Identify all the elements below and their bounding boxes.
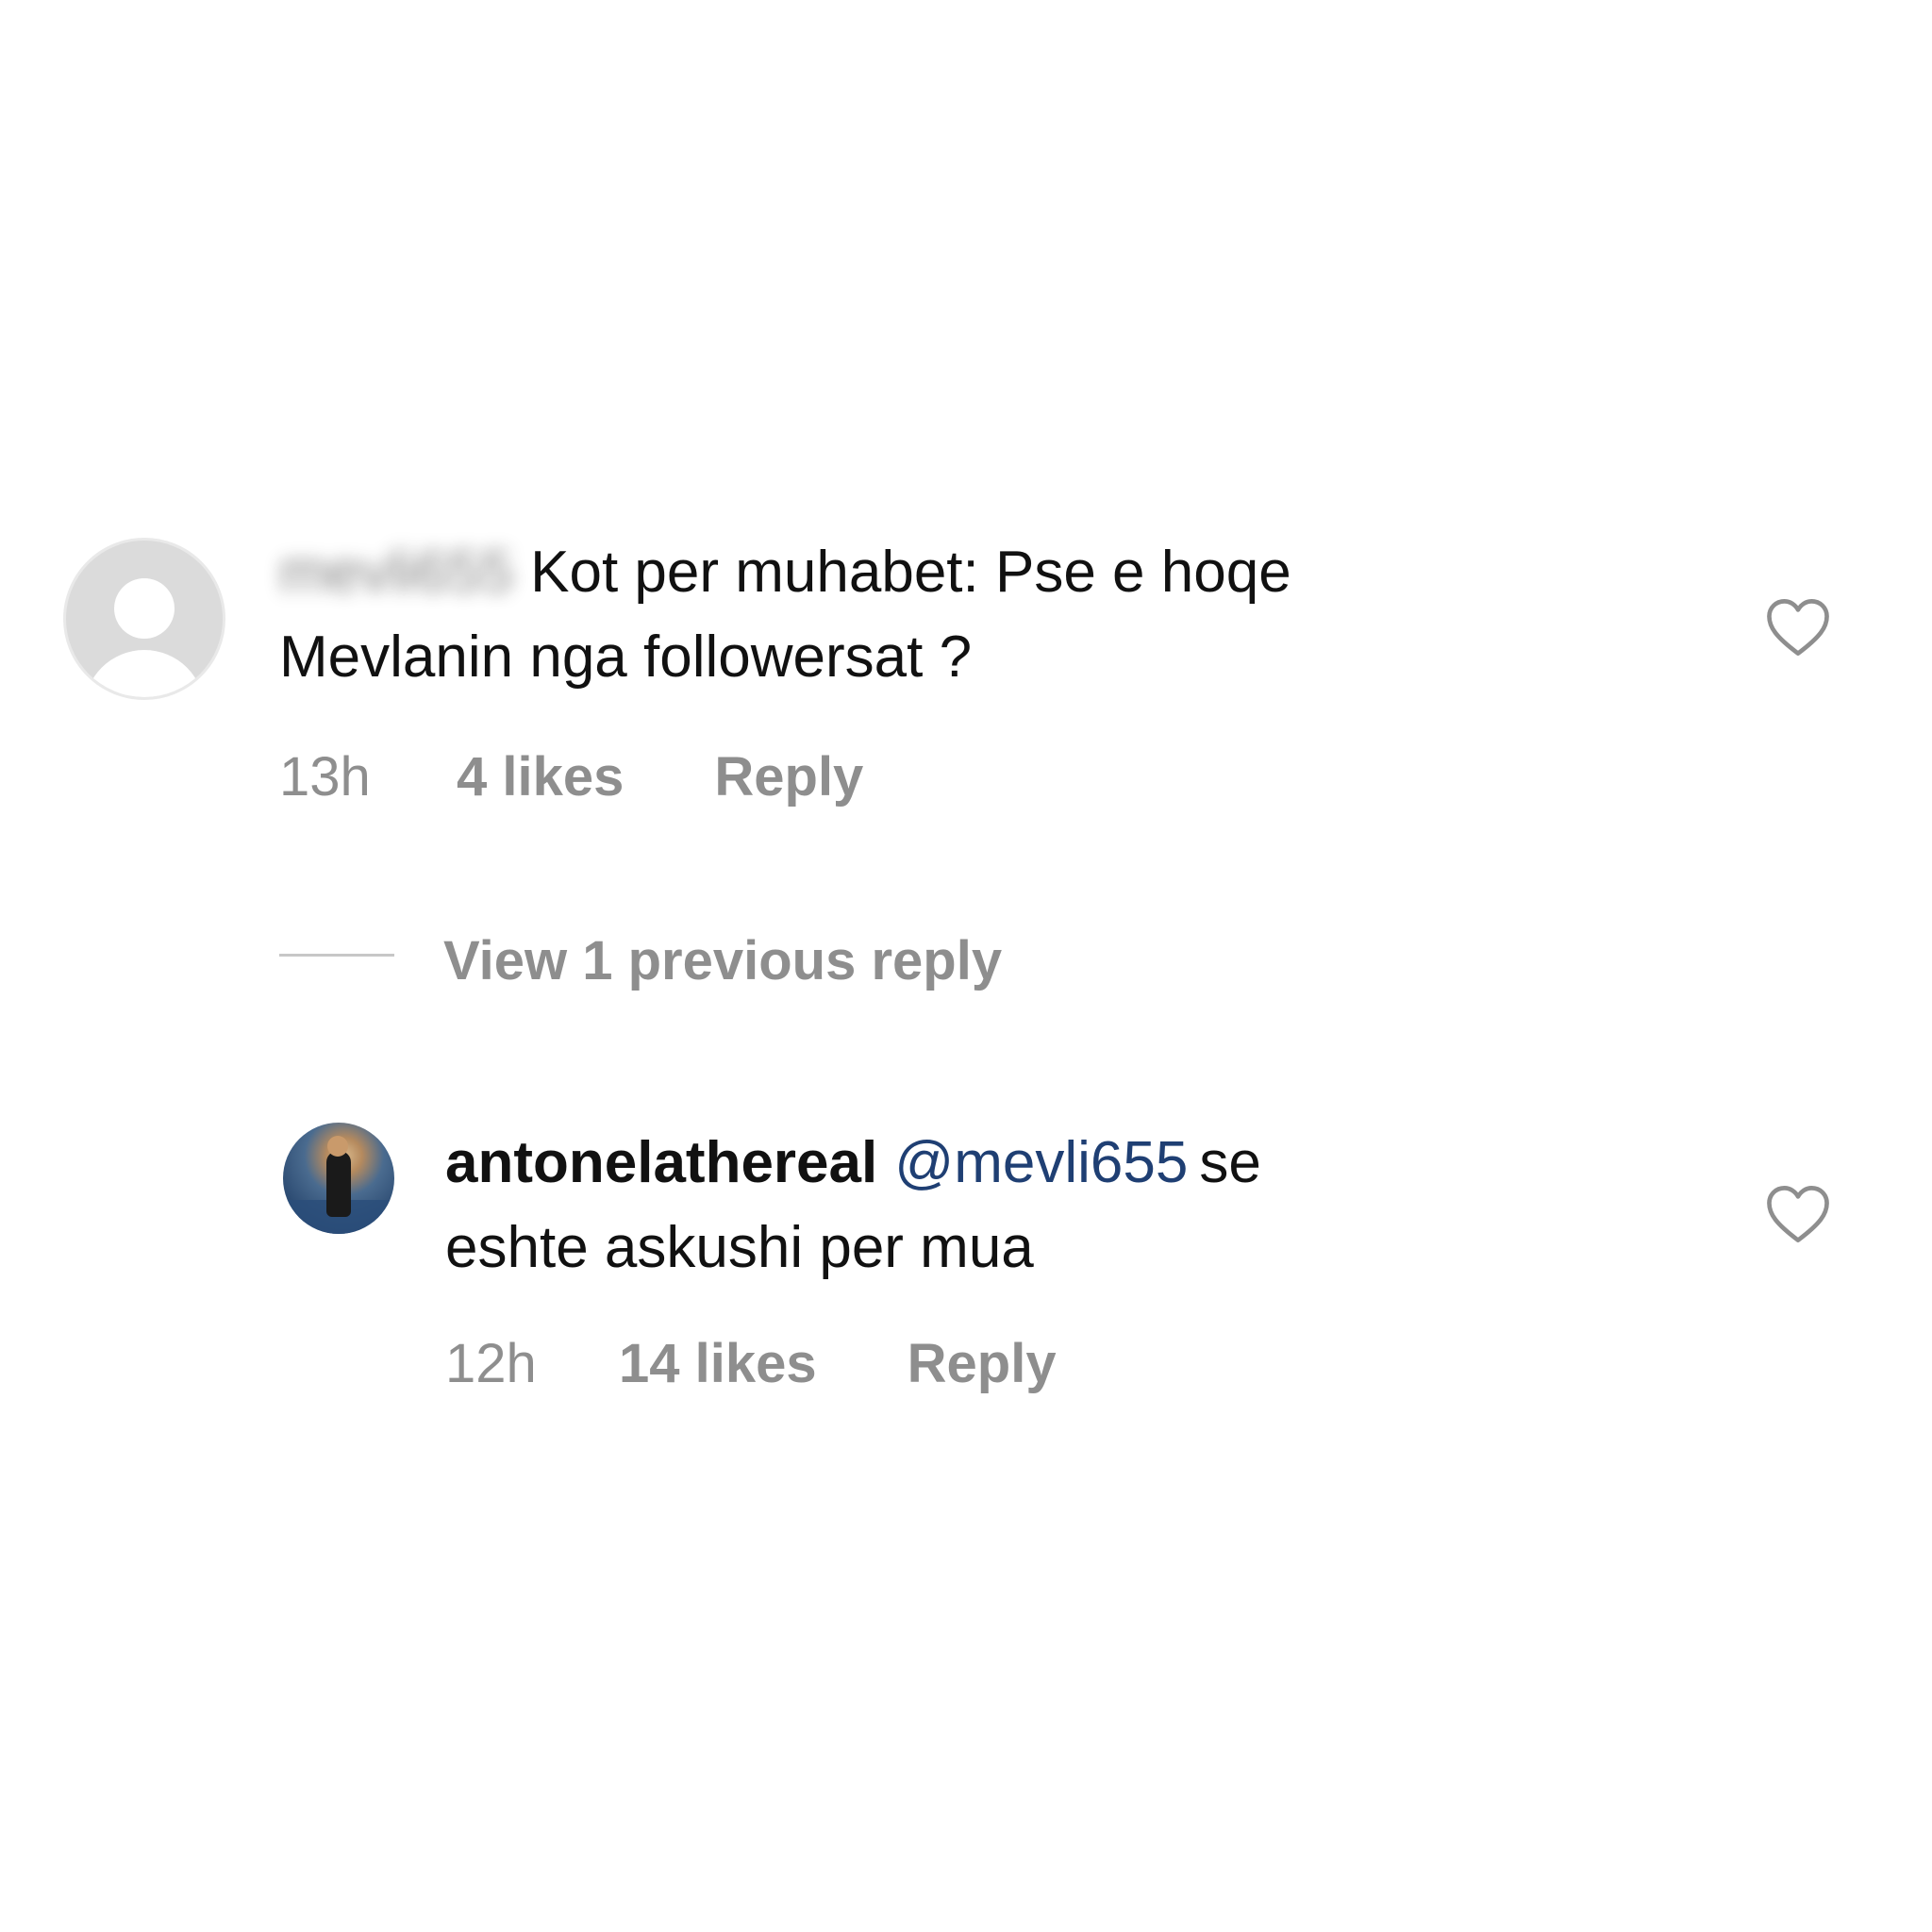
reply-body: antonelathereal @mevli655 se eshte askushi… xyxy=(445,1121,1766,1291)
default-avatar-icon[interactable] xyxy=(63,538,225,700)
heart-outline-icon[interactable] xyxy=(1765,1184,1831,1244)
avatar-shoulders-shape xyxy=(84,650,205,697)
reply-text-line1: se xyxy=(1199,1130,1261,1195)
heart-outline-icon[interactable] xyxy=(1765,597,1831,658)
comment-reply-button[interactable]: Reply xyxy=(714,745,863,808)
reply-reply-button[interactable]: Reply xyxy=(908,1332,1057,1395)
reply-likes-count[interactable]: 14 likes xyxy=(619,1332,817,1395)
reply-text-line2: eshte askushi per mua xyxy=(445,1215,1034,1280)
reply-username[interactable]: antonelathereal xyxy=(445,1130,877,1195)
profile-photo-avatar[interactable] xyxy=(283,1123,394,1234)
avatar-head-shape xyxy=(114,578,175,639)
reply-meta: 12h 14 likes Reply xyxy=(445,1332,1057,1395)
view-replies-label[interactable]: View 1 previous reply xyxy=(443,930,1002,991)
view-previous-replies[interactable]: View 1 previous reply xyxy=(279,929,1002,992)
comment-meta: 13h 4 likes Reply xyxy=(279,745,863,808)
avatar-photo-figure-head xyxy=(327,1136,348,1157)
comment-likes-count[interactable]: 4 likes xyxy=(457,745,624,808)
reply-mention-link[interactable]: @mevli655 xyxy=(894,1130,1188,1195)
avatar-photo-figure xyxy=(326,1151,351,1217)
comment-text-line2: Mevlanin nga followersat ? xyxy=(279,625,973,690)
reply-timestamp: 12h xyxy=(445,1333,537,1394)
comment-username-blurred[interactable]: mevli655 xyxy=(279,530,513,615)
comment-body: mevli655 Kot per muhabet: Pse e hoqe Mevl… xyxy=(279,530,1751,700)
view-replies-divider xyxy=(279,954,394,957)
comment-text-line1: Kot per muhabet: Pse e hoqe xyxy=(530,540,1291,605)
comment-timestamp: 13h xyxy=(279,746,371,808)
